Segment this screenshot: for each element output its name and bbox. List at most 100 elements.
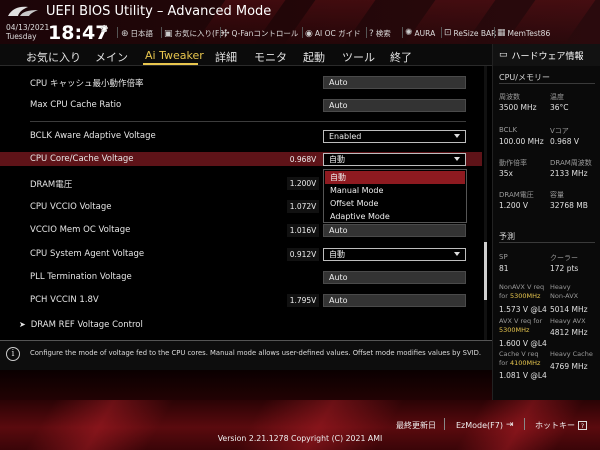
ai-oc-guide-button[interactable]: ◉ AI OC ガイド bbox=[305, 28, 361, 39]
hw-section-divider bbox=[499, 83, 595, 84]
setting-label-cpu-vccio[interactable]: CPU VCCIO Voltage bbox=[30, 202, 111, 212]
weekday: Tuesday bbox=[6, 32, 37, 41]
language-button[interactable]: ⊕ 日本語 bbox=[121, 28, 153, 39]
pch-vccin-readout: 1.795V bbox=[287, 294, 319, 307]
hw-value-temp: 36°C bbox=[550, 103, 569, 112]
cache-req-voltage: 1.081 V @L4 bbox=[499, 371, 547, 380]
gear-icon[interactable]: ✿ bbox=[100, 24, 108, 35]
monitor-icon: ▭ bbox=[499, 50, 508, 60]
hw-value-ratio: 35x bbox=[499, 169, 513, 178]
menu-bar: お気に入り メイン Ai Tweaker 詳細 モニタ 起動 ツール 終了 bbox=[0, 44, 492, 66]
nonavx-req-voltage: 1.573 V @L4 bbox=[499, 305, 547, 314]
hw-value-dram-volt: 1.200 V bbox=[499, 201, 528, 210]
resize-bar-icon: ⊡ bbox=[444, 28, 452, 38]
dropdown-option-manual[interactable]: Manual Mode bbox=[325, 184, 465, 197]
pch-vccin-input[interactable]: Auto bbox=[323, 294, 466, 307]
max-cpu-cache-ratio-input[interactable]: Auto bbox=[323, 99, 466, 112]
hw-title: ハードウェア情報 bbox=[511, 51, 584, 62]
pll-termination-input[interactable]: Auto bbox=[323, 271, 466, 284]
globe-icon: ⊕ bbox=[121, 28, 129, 39]
hw-label-cooler: クーラー bbox=[550, 254, 578, 262]
cpu-cache-min-ratio-input[interactable]: Auto bbox=[323, 76, 466, 89]
hw-value-freq: 3500 MHz bbox=[499, 103, 537, 112]
aura-button[interactable]: ✺ AURA bbox=[405, 28, 435, 38]
setting-label-cpu-core-voltage[interactable]: CPU Core/Cache Voltage bbox=[30, 154, 134, 164]
memtest-button[interactable]: ▦ MemTest86 bbox=[497, 28, 550, 38]
setting-label-pch-vccin[interactable]: PCH VCCIN 1.8V bbox=[30, 295, 99, 305]
title-bar: UEFI BIOS Utility – Advanced Mode 04/13/… bbox=[0, 0, 600, 44]
hw-section-divider bbox=[499, 242, 595, 243]
hw-value-dram-freq: 2133 MHz bbox=[550, 169, 588, 178]
heavy-nonavx-label-a: Heavy bbox=[550, 283, 571, 291]
cpu-sa-voltage-select[interactable]: 自動 bbox=[323, 248, 466, 261]
hw-value-vcore: 0.968 V bbox=[550, 137, 579, 146]
tab-tool[interactable]: ツール bbox=[342, 49, 375, 65]
rog-logo-icon bbox=[8, 6, 38, 16]
hw-label-temp: 温度 bbox=[550, 93, 564, 101]
search-button[interactable]: ? 検索 bbox=[369, 28, 391, 39]
tab-favorites[interactable]: お気に入り bbox=[26, 49, 81, 65]
cache-req-label: Cache V req bbox=[499, 350, 539, 358]
hw-label-dram-freq: DRAM周波数 bbox=[550, 159, 592, 167]
heavy-nonavx-value: 5014 MHz bbox=[550, 305, 588, 314]
last-modified-button[interactable]: 最終更新日 bbox=[396, 420, 436, 431]
scrollbar-thumb[interactable] bbox=[484, 242, 487, 300]
tab-boot[interactable]: 起動 bbox=[303, 49, 325, 65]
tab-monitor[interactable]: モニタ bbox=[254, 49, 287, 65]
setting-label-pll-termination[interactable]: PLL Termination Voltage bbox=[30, 272, 132, 282]
date: 04/13/2021 bbox=[6, 23, 50, 32]
resize-bar-button[interactable]: ⊡ ReSize BAR bbox=[444, 28, 496, 38]
hw-value-bclk: 100.00 MHz bbox=[499, 137, 544, 146]
tab-exit[interactable]: 終了 bbox=[390, 49, 412, 65]
chevron-down-icon bbox=[454, 252, 460, 256]
tab-advanced[interactable]: 詳細 bbox=[215, 49, 237, 65]
ezmode-button[interactable]: EzMode(F7) ⇥ bbox=[456, 420, 514, 430]
hw-label-sp: SP bbox=[499, 253, 508, 261]
hw-section-cpu-mem: CPU/メモリー bbox=[499, 73, 550, 82]
nonavx-req-label: NonAVX V req bbox=[499, 283, 545, 291]
setting-label-cpu-sa-voltage[interactable]: CPU System Agent Voltage bbox=[30, 249, 144, 259]
dropdown-option-auto[interactable]: 自動 bbox=[325, 171, 465, 184]
hw-header: ▭ ハードウェア情報 bbox=[493, 44, 600, 66]
cpu-core-voltage-select[interactable]: 自動 bbox=[323, 153, 466, 166]
section-divider bbox=[30, 121, 466, 122]
hotkeys-button[interactable]: ホットキー ? bbox=[535, 420, 587, 431]
memtest-icon: ▦ bbox=[497, 28, 506, 38]
bclk-aware-select[interactable]: Enabled bbox=[323, 130, 466, 143]
setting-label-max-cpu-cache-ratio[interactable]: Max CPU Cache Ratio bbox=[30, 100, 121, 110]
version-text: Version 2.21.1278 Copyright (C) 2021 AMI bbox=[217, 434, 383, 443]
settings-panel: CPU キャッシュ最小動作倍率 Auto Max CPU Cache Ratio… bbox=[0, 66, 492, 340]
setting-label-dram-voltage[interactable]: DRAM電圧 bbox=[30, 178, 72, 190]
tab-main[interactable]: メイン bbox=[95, 49, 128, 65]
hw-label-dram-volt: DRAM電圧 bbox=[499, 191, 534, 199]
bios-title: UEFI BIOS Utility – Advanced Mode bbox=[46, 4, 272, 19]
hw-section-predict: 予測 bbox=[499, 232, 515, 241]
tab-ai-tweaker[interactable]: Ai Tweaker bbox=[145, 49, 204, 62]
cpu-core-voltage-readout: 0.968V bbox=[289, 155, 317, 164]
setting-label-cpu-cache-min-ratio[interactable]: CPU キャッシュ最小動作倍率 bbox=[30, 77, 144, 89]
dropdown-option-adaptive[interactable]: Adaptive Mode bbox=[325, 210, 465, 223]
qfan-button[interactable]: ✣ Q-Fanコントロール bbox=[222, 28, 298, 39]
heavy-avx-label: Heavy AVX bbox=[550, 317, 586, 325]
heavy-cache-value: 4769 MHz bbox=[550, 362, 588, 371]
help-icon: ? bbox=[578, 421, 587, 430]
dram-voltage-readout: 1.200V bbox=[287, 177, 319, 190]
hw-label-capacity: 容量 bbox=[550, 191, 564, 199]
dropdown-option-offset[interactable]: Offset Mode bbox=[325, 197, 465, 210]
favorites-button[interactable]: ▣ お気に入り(F3) bbox=[164, 28, 227, 39]
hw-label-vcore: Vコア bbox=[550, 127, 569, 135]
search-icon: ? bbox=[369, 28, 374, 39]
setting-label-bclk-aware[interactable]: BCLK Aware Adaptive Voltage bbox=[30, 131, 156, 141]
info-icon: i bbox=[6, 347, 20, 361]
setting-label-vccio-mem-oc[interactable]: VCCIO Mem OC Voltage bbox=[30, 225, 130, 235]
cpu-sa-voltage-readout: 0.912V bbox=[287, 248, 319, 261]
avx-req-label: AVX V req for bbox=[499, 317, 543, 325]
cpu-vccio-readout: 1.072V bbox=[287, 200, 319, 213]
help-text: Configure the mode of voltage fed to the… bbox=[30, 349, 481, 357]
aura-icon: ✺ bbox=[405, 28, 413, 38]
heavy-avx-value: 4812 MHz bbox=[550, 328, 588, 337]
avx-req-voltage: 1.600 V @L4 bbox=[499, 339, 547, 348]
heavy-cache-label: Heavy Cache bbox=[550, 350, 593, 358]
dram-ref-submenu[interactable]: ➤ DRAM REF Voltage Control bbox=[19, 320, 143, 330]
vccio-mem-oc-input[interactable]: Auto bbox=[323, 224, 466, 237]
